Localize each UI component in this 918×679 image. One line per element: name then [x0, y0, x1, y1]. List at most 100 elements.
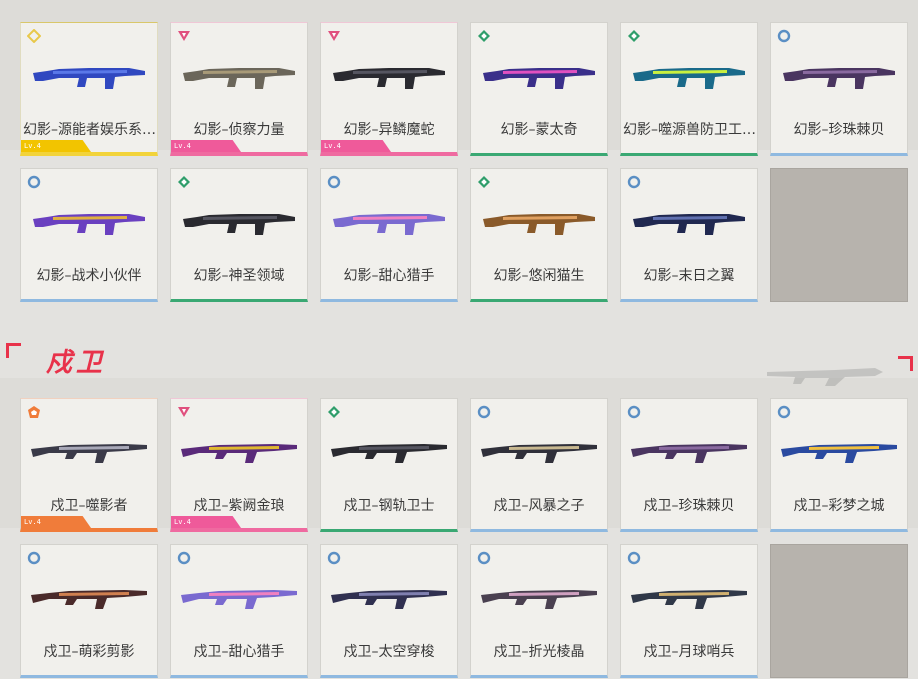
skin-name: 戍卫–月球哨兵: [643, 644, 735, 660]
skin-name: 戍卫–噬影者: [50, 498, 128, 514]
guardian-skin-card[interactable]: 戍卫–彩梦之城: [770, 398, 908, 532]
skin-name: 幻影–末日之翼: [643, 268, 735, 284]
vandal-rifle-icon: [183, 214, 295, 235]
circle-rarity-icon: [477, 551, 491, 565]
hex-rarity-icon: [328, 406, 340, 418]
hex-rarity-icon: [478, 30, 490, 42]
vandal-skin-card[interactable]: 幻影–末日之翼: [620, 168, 758, 302]
guardian-skin-card[interactable]: 戍卫–太空穿梭: [320, 544, 458, 678]
skin-name: 幻影–珍珠棘贝: [793, 122, 885, 138]
vandal-skin-card[interactable]: 幻影–异鳞魔蛇 Lv.4: [320, 22, 458, 156]
guardian-skin-card[interactable]: 戍卫–钢轨卫士: [320, 398, 458, 532]
pentagon-rarity-icon: [28, 406, 40, 418]
circle-rarity-icon: [327, 175, 341, 189]
guardian-skin-card[interactable]: 戍卫–甜心猎手: [170, 544, 308, 678]
skin-name: 幻影–战术小伙伴: [36, 268, 142, 284]
circle-rarity-icon: [327, 551, 341, 565]
triangle-rarity-icon: [178, 31, 190, 41]
guardian-skin-card[interactable]: 戍卫–折光棱晶: [470, 544, 608, 678]
guardian-rifle-icon: [481, 590, 597, 609]
guardian-rifle-icon: [181, 590, 297, 609]
level-tag: Lv.4: [171, 140, 241, 152]
skin-name: 戍卫–甜心猎手: [193, 644, 285, 660]
hex-rarity-icon: [478, 176, 490, 188]
guardian-rifle-icon: [331, 444, 447, 463]
skin-name: 戍卫–太空穿梭: [343, 644, 435, 660]
level-tag: Lv.4: [21, 516, 91, 528]
vandal-skin-card[interactable]: 幻影–悠闲猫生: [470, 168, 608, 302]
skin-name: 戍卫–风暴之子: [493, 498, 585, 514]
skin-name: 幻影–侦察力量: [193, 122, 285, 138]
skin-name: 幻影–悠闲猫生: [493, 268, 585, 284]
guardian-rifle-icon: [31, 590, 147, 609]
vandal-skin-card[interactable]: 幻影–珍珠棘贝: [770, 22, 908, 156]
vandal-rifle-icon: [483, 68, 595, 89]
skin-name: 戍卫–钢轨卫士: [343, 498, 435, 514]
skin-name: 戍卫–萌彩剪影: [43, 644, 135, 660]
guardian-rifle-icon: [481, 444, 597, 463]
guardian-rifle-icon: [331, 590, 447, 609]
vandal-rifle-icon: [33, 68, 145, 89]
skin-name: 戍卫–彩梦之城: [793, 498, 885, 514]
skin-name: 幻影–噬源兽防卫工…: [623, 122, 756, 138]
circle-rarity-icon: [477, 405, 491, 419]
guardian-rifle-icon: [631, 444, 747, 463]
section-title: 戍卫: [46, 348, 107, 378]
triangle-rarity-icon: [328, 31, 340, 41]
level-tag: Lv.4: [21, 140, 91, 152]
hex-rarity-icon: [178, 176, 190, 188]
guardian-skin-card[interactable]: 戍卫–月球哨兵: [620, 544, 758, 678]
level-tag: Lv.4: [171, 516, 241, 528]
vandal-rifle-icon: [333, 214, 445, 235]
vandal-skin-card[interactable]: 幻影–神圣领域: [170, 168, 308, 302]
vandal-rifle-icon: [33, 214, 145, 235]
guardian-rifle-icon: [781, 444, 897, 463]
vandal-skin-card[interactable]: 幻影–侦察力量 Lv.4: [170, 22, 308, 156]
guardian-rifle-icon: [181, 444, 297, 463]
level-tag: Lv.4: [321, 140, 391, 152]
vandal-skin-card[interactable]: 幻影–噬源兽防卫工…: [620, 22, 758, 156]
guardian-rifle-icon: [631, 590, 747, 609]
skin-name: 幻影–异鳞魔蛇: [343, 122, 435, 138]
guardian-skin-card[interactable]: 戍卫–萌彩剪影: [20, 544, 158, 678]
guardian-skin-card[interactable]: 戍卫–紫阙金琅 Lv.4: [170, 398, 308, 532]
vandal-skin-grid: 幻影–源能者娱乐系… Lv.4 幻影–侦察力量 Lv.4 幻影–异鳞魔蛇 Lv.4 幻影–蒙…: [20, 22, 908, 302]
vandal-skin-card[interactable]: 幻影–源能者娱乐系… Lv.4: [20, 22, 158, 156]
diamond-rarity-icon: [27, 29, 41, 43]
vandal-rifle-icon: [783, 68, 895, 89]
skin-name: 幻影–源能者娱乐系…: [23, 122, 156, 138]
circle-rarity-icon: [27, 551, 41, 565]
circle-rarity-icon: [27, 175, 41, 189]
vandal-skin-card[interactable]: 幻影–甜心猎手: [320, 168, 458, 302]
section-bracket-right: [898, 356, 913, 371]
circle-rarity-icon: [627, 551, 641, 565]
vandal-skin-card[interactable]: 幻影–蒙太奇: [470, 22, 608, 156]
vandal-rifle-icon: [483, 214, 595, 235]
circle-rarity-icon: [627, 175, 641, 189]
vandal-skin-card[interactable]: 幻影–战术小伙伴: [20, 168, 158, 302]
skin-name: 幻影–蒙太奇: [500, 122, 578, 138]
skin-name: 戍卫–珍珠棘贝: [643, 498, 735, 514]
guardian-skin-card[interactable]: 戍卫–噬影者 Lv.4: [20, 398, 158, 532]
circle-rarity-icon: [777, 405, 791, 419]
empty-skin-slot: [770, 544, 908, 678]
skin-name: 幻影–神圣领域: [193, 268, 285, 284]
circle-rarity-icon: [627, 405, 641, 419]
skin-name: 戍卫–折光棱晶: [493, 644, 585, 660]
vandal-rifle-icon: [183, 68, 295, 89]
empty-skin-slot: [770, 168, 908, 302]
vandal-rifle-icon: [633, 214, 745, 235]
circle-rarity-icon: [777, 29, 791, 43]
skin-name: 戍卫–紫阙金琅: [193, 498, 285, 514]
section-bracket-left: [6, 343, 21, 358]
guardian-skin-grid: 戍卫–噬影者 Lv.4 戍卫–紫阙金琅 Lv.4 戍卫–钢轨卫士 戍卫–风暴之子 戍卫–珍珠…: [20, 398, 908, 678]
guardian-skin-card[interactable]: 戍卫–风暴之子: [470, 398, 608, 532]
guardian-silhouette-icon: [767, 368, 883, 386]
guardian-rifle-icon: [31, 444, 147, 463]
vandal-rifle-icon: [333, 68, 445, 89]
vandal-rifle-icon: [633, 68, 745, 89]
circle-rarity-icon: [177, 551, 191, 565]
guardian-skin-card[interactable]: 戍卫–珍珠棘贝: [620, 398, 758, 532]
triangle-rarity-icon: [178, 407, 190, 417]
skin-name: 幻影–甜心猎手: [343, 268, 435, 284]
